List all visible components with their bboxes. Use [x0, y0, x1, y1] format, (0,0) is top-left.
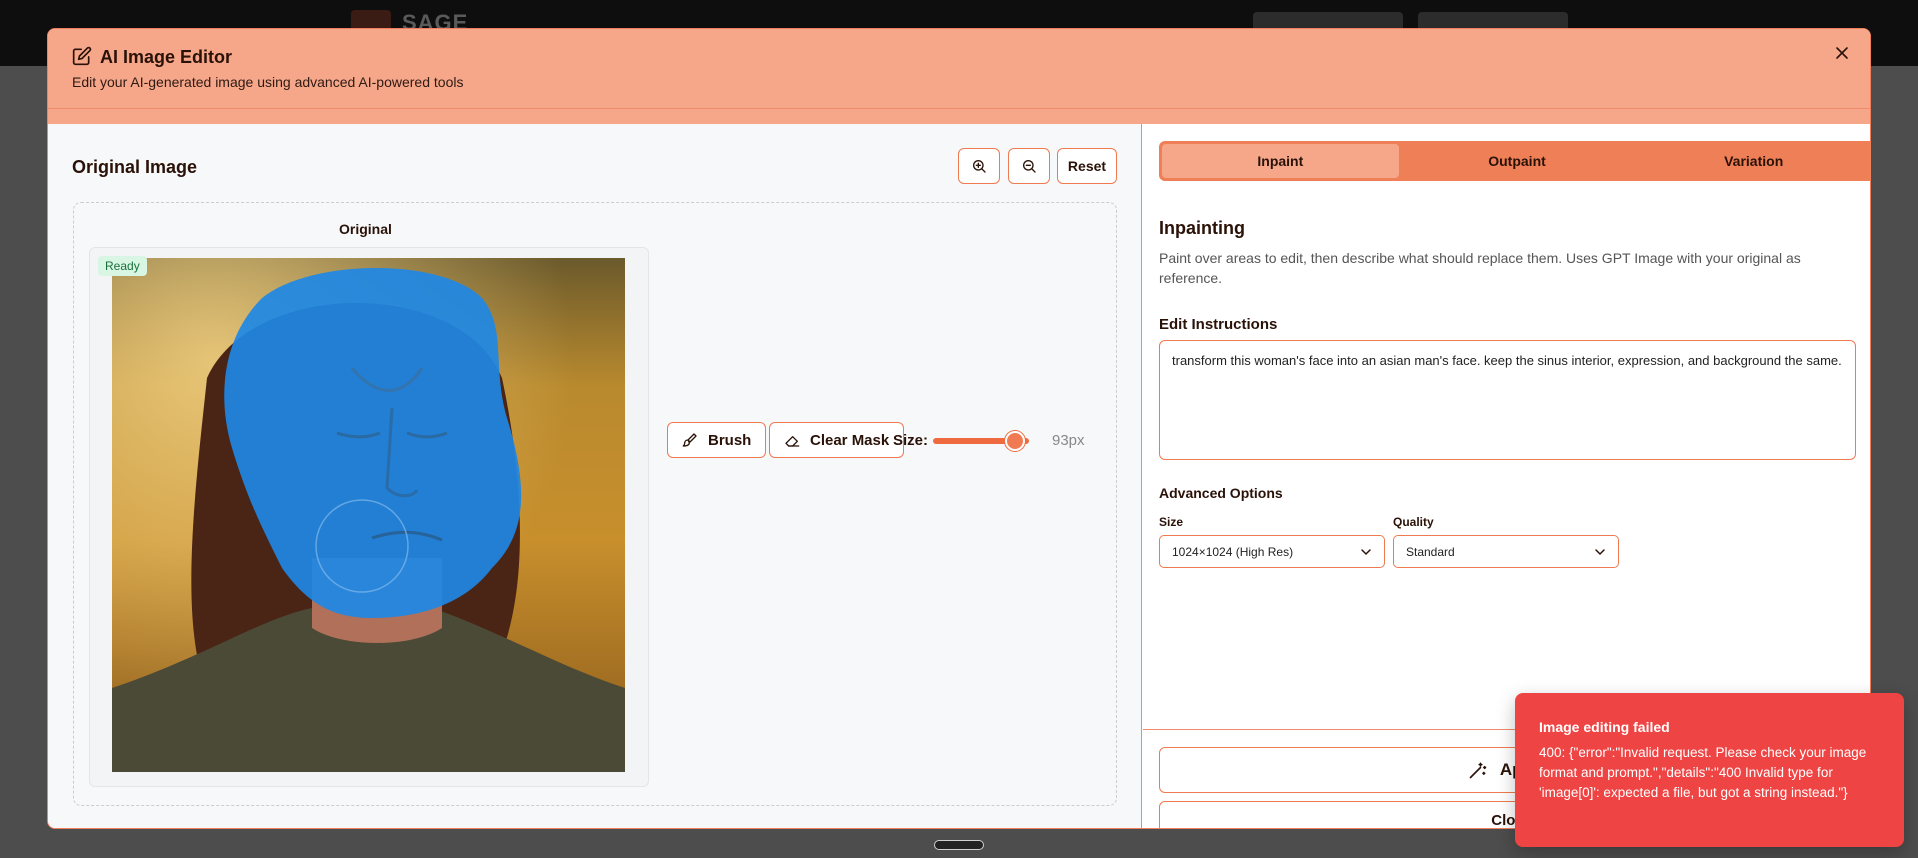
modal-header: AI Image Editor Edit your AI-generated i… — [48, 29, 1870, 109]
brush-size-value: 93px — [1052, 432, 1085, 449]
quality-field-label: Quality — [1393, 515, 1434, 529]
toast-title: Image editing failed — [1539, 719, 1670, 735]
original-image-title: Original Image — [72, 157, 198, 177]
modal-subtitle: Edit your AI-generated image using advan… — [72, 74, 464, 90]
inpainting-title: Inpainting — [1159, 218, 1245, 238]
close-button[interactable] — [1830, 41, 1854, 65]
canvas-label: Original — [339, 221, 392, 237]
x-icon — [1836, 47, 1848, 59]
brush-size-slider[interactable] — [933, 431, 1029, 451]
slider-thumb[interactable] — [1004, 431, 1025, 451]
tab-inpaint[interactable]: Inpaint — [1162, 144, 1399, 178]
zoom-in-button[interactable] — [958, 148, 1000, 184]
image-frame: Ready — [89, 247, 649, 787]
magic-wand-icon — [1469, 762, 1487, 779]
advanced-options-label: Advanced Options — [1159, 485, 1283, 501]
toast-message: 400: {"error":"Invalid request. Please c… — [1539, 745, 1867, 800]
quality-select[interactable]: Standard — [1393, 535, 1619, 568]
edit-instructions-label: Edit Instructions — [1159, 316, 1278, 333]
chevron-down-icon — [1595, 549, 1605, 556]
tab-outpaint[interactable]: Outpaint — [1399, 144, 1636, 178]
edit-instructions-input[interactable]: transform this woman's face into an asia… — [1159, 340, 1856, 460]
brush-label: Brush — [708, 431, 752, 449]
reset-button[interactable]: Reset — [1057, 148, 1117, 184]
brush-button[interactable]: Brush — [667, 422, 767, 458]
eraser-icon — [785, 436, 800, 447]
zoom-out-icon — [1022, 160, 1036, 173]
header-divider-band — [48, 109, 1870, 124]
tab-variation[interactable]: Variation — [1635, 144, 1870, 178]
clear-mask-label: Clear Mask — [810, 431, 890, 449]
brush-icon — [682, 433, 697, 447]
edit-mode-tabs: Inpaint Outpaint Variation — [1159, 141, 1870, 181]
modal-title: AI Image Editor — [100, 47, 233, 67]
clear-mask-button[interactable]: Clear Mask — [769, 422, 905, 458]
size-select[interactable]: 1024×1024 (High Res) — [1159, 535, 1385, 568]
mask-canvas-area: Original Ready — [73, 202, 1117, 806]
chevron-down-icon — [1361, 549, 1371, 556]
brush-size-label: Size: — [893, 432, 929, 449]
size-select-value: 1024×1024 (High Res) — [1172, 544, 1294, 559]
edit-icon — [72, 46, 92, 66]
inpainting-description: Paint over areas to edit, then describe … — [1159, 250, 1801, 286]
portrait-image — [112, 258, 625, 772]
zoom-out-button[interactable] — [1008, 148, 1050, 184]
status-badge: Ready — [98, 256, 147, 276]
quality-select-value: Standard — [1406, 544, 1455, 559]
original-image-panel: Original Image Reset Original Ready Brus… — [48, 124, 1142, 828]
drag-handle[interactable] — [934, 840, 984, 850]
zoom-in-icon — [973, 160, 986, 173]
error-toast[interactable]: Image editing failed 400: {"error":"Inva… — [1515, 693, 1904, 847]
mask-painting-canvas[interactable] — [112, 258, 625, 772]
size-field-label: Size — [1159, 515, 1184, 529]
